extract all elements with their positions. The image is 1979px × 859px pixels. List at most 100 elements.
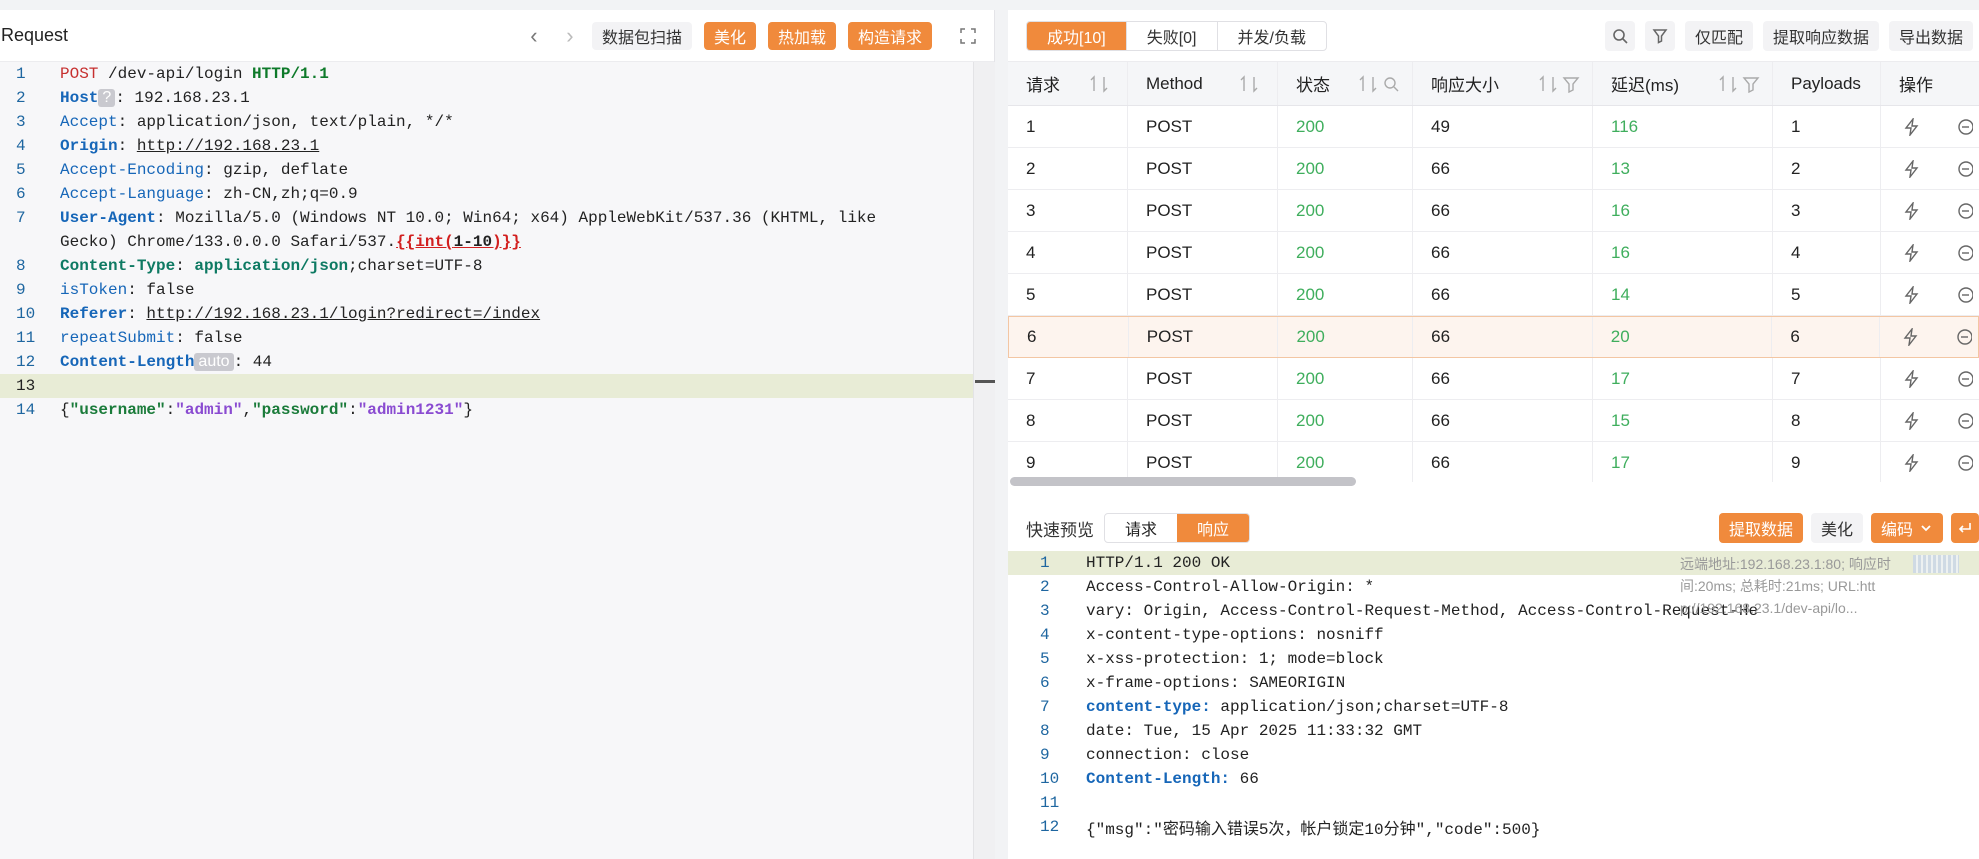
cell-delay: 17	[1593, 358, 1773, 399]
code-line: 11 repeatSubmit: false	[16, 329, 243, 347]
tab-fail[interactable]: 失败[0]	[1127, 21, 1218, 50]
more-icon[interactable]	[1957, 160, 1973, 178]
bolt-icon[interactable]	[1903, 369, 1921, 388]
sort-filter-icon[interactable]	[1718, 75, 1762, 93]
chevron-down-icon	[1921, 525, 1931, 532]
only-match-button[interactable]: 仅匹配	[1684, 20, 1753, 51]
table-row[interactable]: 4 POST 200 66 16 4	[1008, 232, 1979, 274]
table-row[interactable]: 7 POST 200 66 17 7	[1008, 358, 1979, 400]
tab-response[interactable]: 响应	[1177, 514, 1250, 542]
referer-link[interactable]: http://192.168.23.1/login?redirect=/inde…	[146, 305, 540, 323]
search-icon[interactable]	[1604, 20, 1635, 51]
cell-request: 6	[1009, 317, 1129, 357]
preview-beautify-button[interactable]: 美化	[1810, 513, 1863, 543]
encoding-dropdown[interactable]: 编码	[1870, 513, 1943, 543]
more-icon[interactable]	[1957, 244, 1973, 262]
cell-ops	[1881, 358, 1979, 399]
more-icon[interactable]	[1957, 454, 1973, 472]
more-icon[interactable]	[1957, 412, 1973, 430]
table-row[interactable]: 8 POST 200 66 15 8	[1008, 400, 1979, 442]
expand-icon[interactable]	[950, 22, 986, 50]
code-line: 10 Referer: http://192.168.23.1/login?red…	[16, 305, 541, 323]
horizontal-scrollbar[interactable]	[1010, 477, 1356, 486]
cell-delay: 15	[1593, 400, 1773, 441]
sort-search-icon[interactable]	[1358, 75, 1402, 93]
cell-ops	[1881, 106, 1979, 147]
table-row[interactable]: 2 POST 200 66 13 2	[1008, 148, 1979, 190]
back-icon[interactable]: ‹	[520, 22, 548, 50]
cell-size: 66	[1413, 274, 1593, 315]
cell-status: 200	[1278, 317, 1414, 357]
code-line: 4 Origin: http://192.168.23.1	[16, 137, 320, 155]
packet-scan-button[interactable]: 数据包扫描	[591, 21, 692, 50]
bolt-icon[interactable]	[1903, 453, 1921, 472]
beautify-button[interactable]: 美化	[703, 21, 756, 50]
col-request[interactable]: 请求	[1008, 62, 1128, 105]
preview-label: 快速预览	[1026, 520, 1094, 540]
col-delay[interactable]: 延迟(ms)	[1593, 62, 1773, 105]
minimap[interactable]	[1913, 555, 1959, 573]
cell-status: 200	[1278, 274, 1413, 315]
sort-filter-icon[interactable]	[1538, 75, 1582, 93]
bolt-icon[interactable]	[1902, 328, 1920, 346]
more-icon[interactable]	[1957, 202, 1973, 220]
response-viewer[interactable]: 1 HTTP/1.1 200 OK 2 Access-Control-Allow-Or…	[1008, 551, 1979, 859]
table-row[interactable]: 9 POST 200 66 17 9	[1008, 442, 1979, 482]
code-line: 12 Content-Length auto: 44	[16, 353, 272, 371]
forward-icon[interactable]: ›	[556, 22, 584, 50]
more-icon[interactable]	[1957, 370, 1973, 388]
cell-status: 200	[1278, 400, 1413, 441]
code-line-current: 13	[0, 374, 975, 398]
bolt-icon[interactable]	[1903, 117, 1921, 136]
results-table: 请求 Method 状态 响应大小 延迟(ms) Payloads 操作 1 PO…	[1008, 62, 1979, 482]
table-row[interactable]: 1 POST 200 49 116 1	[1008, 106, 1979, 148]
col-payloads[interactable]: Payloads	[1773, 62, 1881, 105]
cell-size: 66	[1413, 232, 1593, 273]
sort-icon[interactable]	[1089, 75, 1109, 93]
bolt-icon[interactable]	[1903, 411, 1921, 430]
tab-success[interactable]: 成功[10]	[1027, 21, 1127, 50]
origin-link[interactable]: http://192.168.23.1	[137, 137, 319, 155]
extract-data-button[interactable]: 提取数据	[1718, 513, 1803, 543]
export-data-button[interactable]: 导出数据	[1888, 20, 1973, 51]
host-hint-chip[interactable]: ?	[98, 89, 116, 107]
bolt-icon[interactable]	[1903, 243, 1921, 262]
cell-ops	[1880, 317, 1978, 357]
cell-method: POST	[1128, 400, 1278, 441]
cell-status: 200	[1278, 190, 1413, 231]
cell-method: POST	[1128, 106, 1278, 147]
cell-size: 66	[1413, 400, 1593, 441]
cell-method: POST	[1128, 358, 1278, 399]
cell-size: 66	[1413, 190, 1593, 231]
tab-request[interactable]: 请求	[1105, 514, 1177, 542]
table-row[interactable]: 6 POST 200 66 20 6	[1008, 316, 1979, 358]
hotload-button[interactable]: 热加载	[767, 21, 836, 50]
table-row[interactable]: 3 POST 200 66 16 3	[1008, 190, 1979, 232]
wrap-icon[interactable]	[1951, 513, 1979, 543]
bolt-icon[interactable]	[1903, 285, 1921, 304]
col-status[interactable]: 状态	[1278, 62, 1413, 105]
bolt-icon[interactable]	[1903, 201, 1921, 220]
sort-icon[interactable]	[1239, 75, 1259, 93]
more-icon[interactable]	[1956, 328, 1973, 346]
col-size[interactable]: 响应大小	[1413, 62, 1593, 105]
editor-scrollbar[interactable]	[973, 62, 995, 859]
more-icon[interactable]	[1957, 118, 1973, 136]
template-variable[interactable]: {{int(1-10)}}	[396, 233, 521, 251]
cell-ops	[1881, 442, 1979, 482]
col-method[interactable]: Method	[1128, 62, 1278, 105]
more-icon[interactable]	[1957, 286, 1973, 304]
cell-request: 9	[1008, 442, 1128, 482]
table-row[interactable]: 5 POST 200 66 14 5	[1008, 274, 1979, 316]
bolt-icon[interactable]	[1903, 159, 1921, 178]
code-line: 6 Accept-Language: zh-CN,zh;q=0.9	[16, 185, 358, 203]
tab-concurrency[interactable]: 并发/负载	[1218, 22, 1326, 50]
construct-request-button[interactable]: 构造请求	[847, 21, 932, 50]
extract-response-button[interactable]: 提取响应数据	[1762, 20, 1879, 51]
content-length-auto-chip[interactable]: auto	[194, 353, 234, 371]
table-body: 1 POST 200 49 116 1 2 POST 200 66 13 2 3 POST 200 66 16 3…	[1008, 106, 1979, 482]
request-editor[interactable]: 1 POST /dev-api/login HTTP/1.1 2 Host?: 19…	[0, 62, 975, 859]
results-toolbar: 成功[10] 失败[0] 并发/负载 仅匹配 提取响应数据 导出数据	[1008, 10, 1979, 62]
cell-payload: 7	[1773, 358, 1881, 399]
filter-icon[interactable]	[1644, 20, 1675, 51]
